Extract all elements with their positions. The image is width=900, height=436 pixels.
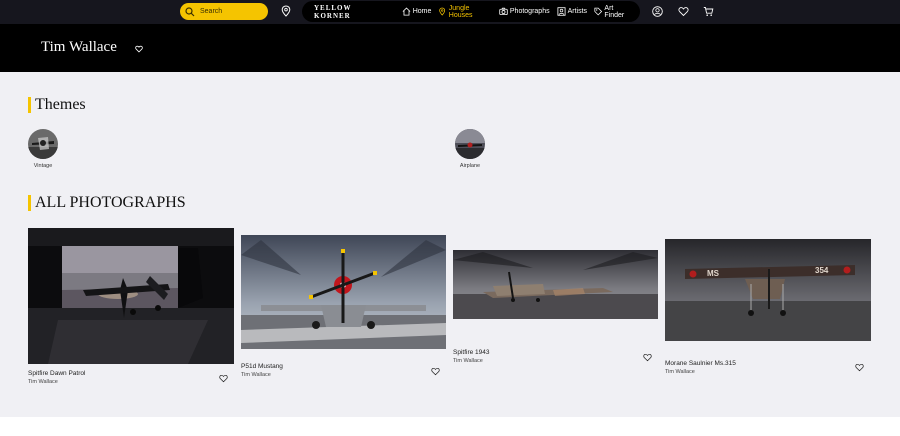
photo-artist[interactable]: Tim Wallace <box>453 358 483 364</box>
cart-icon[interactable] <box>703 6 714 17</box>
top-navigation-bar: Search YELLOW KORNER Home Jungle Houses … <box>0 0 900 24</box>
theme-vintage-thumbnail <box>28 129 58 159</box>
theme-airplane-thumbnail <box>455 129 485 159</box>
location-pin-icon <box>439 7 446 16</box>
theme-label: Airplane <box>459 163 481 169</box>
camera-icon <box>499 7 508 16</box>
artist-name: Tim Wallace <box>41 39 117 55</box>
search-input[interactable]: Search <box>180 3 268 20</box>
artist-header: Tim Wallace <box>0 24 900 72</box>
heart-icon[interactable] <box>219 374 228 383</box>
photo-image <box>453 250 658 319</box>
heading-accent <box>28 195 31 211</box>
main-content: Themes Vintage Airplane ALL PHOTOGRAPHS <box>0 72 900 417</box>
nav-item-art-finder[interactable]: Art Finder <box>594 5 633 19</box>
nav-item-photographs[interactable]: Photographs <box>499 7 550 16</box>
photo-title[interactable]: Spitfire Dawn Patrol <box>28 370 85 377</box>
follow-heart-icon[interactable] <box>135 45 143 53</box>
artist-portrait-icon <box>557 7 566 16</box>
photo-image: MS 354 <box>665 239 871 341</box>
photo-artist[interactable]: Tim Wallace <box>241 372 271 378</box>
photo-spitfire-1943[interactable] <box>453 250 658 319</box>
nav-item-label: Jungle Houses <box>448 4 473 19</box>
store-locator-icon[interactable] <box>280 5 292 17</box>
themes-heading-text: Themes <box>35 96 86 113</box>
nav-item-label: Photographs <box>509 8 550 15</box>
photo-artist[interactable]: Tim Wallace <box>28 379 58 385</box>
nav-item-label: Art Finder <box>604 4 625 19</box>
photo-spitfire-dawn-patrol[interactable] <box>28 228 234 364</box>
svg-text:354: 354 <box>815 266 829 275</box>
heart-icon[interactable] <box>855 363 864 372</box>
nav-item-home[interactable]: Home <box>402 7 432 16</box>
theme-vintage[interactable]: Vintage <box>27 129 59 169</box>
themes-heading: Themes <box>28 96 86 114</box>
search-placeholder: Search <box>200 8 223 15</box>
wishlist-heart-icon[interactable] <box>678 6 689 17</box>
account-icon[interactable] <box>652 6 663 17</box>
main-menu: YELLOW KORNER Home Jungle Houses Photogr… <box>302 1 640 22</box>
photo-title[interactable]: Morane Saulnier Ms.315 <box>665 360 736 367</box>
photo-image <box>28 228 234 364</box>
home-icon <box>402 7 411 16</box>
nav-item-artists[interactable]: Artists <box>557 7 587 16</box>
theme-label: Vintage <box>33 163 53 169</box>
all-photographs-heading: ALL PHOTOGRAPHS <box>28 194 186 212</box>
photo-artist[interactable]: Tim Wallace <box>665 369 695 375</box>
heart-icon[interactable] <box>643 353 652 362</box>
nav-item-label: Home <box>412 8 432 15</box>
photo-morane-saulnier[interactable]: MS 354 <box>665 239 871 341</box>
tag-icon <box>594 7 603 16</box>
photo-title[interactable]: Spitfire 1943 <box>453 349 490 356</box>
search-icon <box>185 6 195 16</box>
brand-logo[interactable]: YELLOW KORNER <box>314 4 386 20</box>
nav-item-label: Artists <box>567 8 588 15</box>
nav-item-jungle-houses[interactable]: Jungle Houses <box>438 5 491 19</box>
theme-airplane[interactable]: Airplane <box>454 129 486 169</box>
all-photographs-heading-text: ALL PHOTOGRAPHS <box>35 194 186 211</box>
photo-title[interactable]: P51d Mustang <box>241 363 283 370</box>
photo-p51d-mustang[interactable] <box>241 235 446 349</box>
svg-text:MS: MS <box>707 269 720 278</box>
photo-image <box>241 235 446 349</box>
heart-icon[interactable] <box>431 367 440 376</box>
heading-accent <box>28 97 31 113</box>
